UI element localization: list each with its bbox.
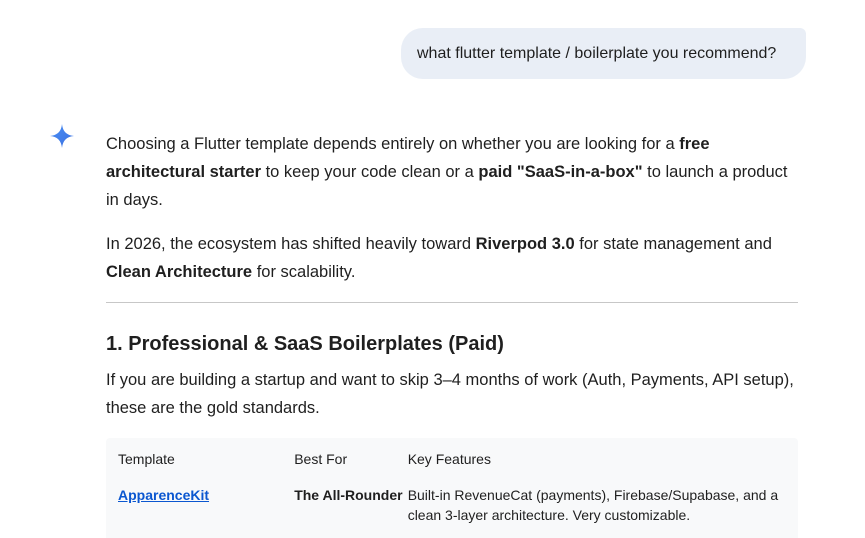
- header-best-for: Best For: [294, 451, 348, 467]
- ecosystem-bold-clean-architecture: Clean Architecture: [106, 263, 253, 281]
- intro-text-1: Choosing a Flutter template depends enti…: [106, 135, 680, 153]
- table-cell-features: Built-in RevenueCat (payments), Firebase…: [407, 487, 779, 523]
- intro-paragraph: Choosing a Flutter template depends enti…: [106, 130, 798, 214]
- intro-text-2: to keep your code clean or a: [261, 163, 479, 181]
- chat-page: what flutter template / boilerplate you …: [0, 0, 865, 538]
- apparencekit-link[interactable]: ApparenceKit: [118, 487, 209, 503]
- intro-bold-paid-saas: paid "SaaS-in-a-box": [478, 163, 643, 181]
- section-divider: [106, 302, 798, 303]
- ecosystem-text-2: for state management and: [574, 235, 772, 253]
- table-row: ApparenceKit The All-Rounder Built-in Re…: [118, 485, 786, 525]
- section-heading: 1. Professional & SaaS Boilerplates (Pai…: [106, 333, 504, 355]
- section-description: If you are building a startup and want t…: [106, 371, 794, 417]
- model-response: Choosing a Flutter template depends enti…: [106, 130, 798, 538]
- ecosystem-bold-riverpod: Riverpod 3.0: [475, 235, 575, 253]
- templates-table: Template Best For Key Features Apparence…: [106, 438, 798, 538]
- ecosystem-text-1: In 2026, the ecosystem has shifted heavi…: [106, 235, 476, 253]
- ecosystem-text-3: for scalability.: [252, 263, 356, 281]
- table-cell-template: ApparenceKit: [118, 485, 294, 525]
- user-message-text: what flutter template / boilerplate you …: [417, 44, 777, 62]
- header-template: Template: [118, 451, 175, 467]
- table-cell-best-for: The All-Rounder: [294, 487, 403, 503]
- ecosystem-paragraph: In 2026, the ecosystem has shifted heavi…: [106, 230, 798, 286]
- table-header-row: Template Best For Key Features: [118, 448, 786, 485]
- gemini-sparkle-icon: [50, 124, 74, 148]
- user-message-bubble: what flutter template / boilerplate you …: [401, 28, 806, 79]
- header-key-features: Key Features: [407, 451, 491, 467]
